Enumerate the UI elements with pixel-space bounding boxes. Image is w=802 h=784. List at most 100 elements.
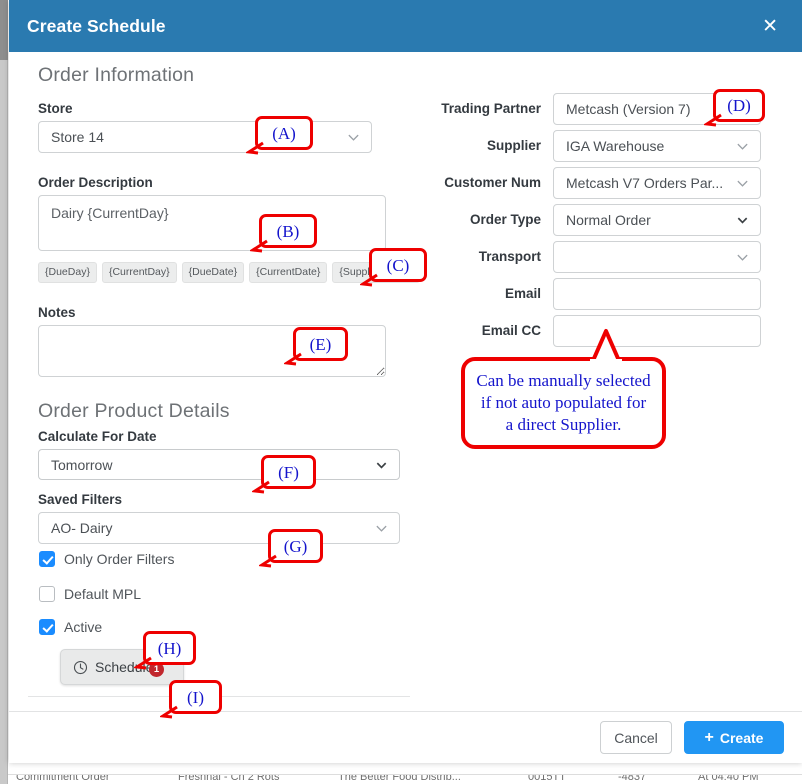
- create-button[interactable]: + Create: [684, 721, 784, 754]
- default-mpl-checkbox[interactable]: [39, 586, 55, 602]
- bg-cell: -4837: [618, 774, 647, 783]
- notes-label: Notes: [38, 305, 76, 320]
- annotation-tail: [284, 352, 302, 366]
- cancel-button[interactable]: Cancel: [600, 721, 672, 754]
- annotation-f: (F): [252, 455, 316, 494]
- annotation-tail: [250, 239, 268, 253]
- annotation-tail: [246, 141, 264, 155]
- plus-icon: +: [704, 728, 714, 746]
- annotation-b: (B): [250, 214, 317, 253]
- order-description-label: Order Description: [38, 175, 153, 190]
- order-type-select[interactable]: Normal Order: [553, 203, 761, 236]
- page-scrollbar-thumb[interactable]: [0, 0, 8, 60]
- clock-icon: [73, 660, 88, 675]
- chevron-down-icon: [736, 176, 749, 189]
- customer-num-label: Customer Num: [444, 175, 541, 190]
- annotation-tail: [160, 705, 178, 719]
- annotation-h-label: (H): [157, 638, 182, 658]
- chevron-down-icon: [736, 213, 749, 226]
- annotation-callout-text: Can be manually selected if not auto pop…: [476, 371, 651, 434]
- bg-cell: 0015TT: [528, 774, 566, 783]
- modal-body: Order Information Store Store 14 Order D…: [9, 52, 802, 711]
- chevron-down-icon: [736, 139, 749, 152]
- annotation-g-label: (G): [283, 536, 308, 556]
- field-row-transport: Transport: [433, 238, 773, 275]
- annotation-d-label: (D): [727, 96, 751, 115]
- modal-footer: Cancel + Create: [9, 711, 802, 763]
- trading-details-column: Trading Partner Metcash (Version 7) Supp…: [433, 90, 773, 349]
- annotation-d: (D): [704, 89, 765, 127]
- annotation-callout-email-cc: Can be manually selected if not auto pop…: [461, 329, 666, 450]
- close-icon[interactable]: ✕: [754, 13, 786, 40]
- background-table-row-text: Commitment Order Freshnal - Cn 2 Rots The …: [8, 774, 802, 784]
- email-field[interactable]: [553, 277, 761, 310]
- supplier-value: IGA Warehouse: [566, 137, 665, 154]
- store-value: Store 14: [51, 129, 104, 145]
- order-product-details-heading: Order Product Details: [38, 400, 230, 422]
- annotation-a-label: (A): [272, 123, 296, 143]
- transport-label: Transport: [478, 249, 541, 264]
- page-scrollbar[interactable]: [0, 0, 8, 784]
- customer-num-value: Metcash V7 Orders Par...: [566, 174, 724, 191]
- field-row-customer-num: Customer Num Metcash V7 Orders Par...: [433, 164, 773, 201]
- transport-select[interactable]: [553, 240, 761, 273]
- annotation-tail: [704, 113, 722, 127]
- annotation-c-label: (C): [386, 255, 410, 275]
- annotation-e: (E): [284, 327, 348, 366]
- order-description-input[interactable]: [38, 195, 386, 251]
- order-information-heading: Order Information: [38, 64, 195, 86]
- calculate-for-date-value: Tomorrow: [51, 456, 113, 473]
- annotation-tail: [259, 554, 277, 568]
- bg-cell: Freshnal - Cn 2 Rots: [178, 774, 280, 783]
- chevron-down-icon: [375, 522, 388, 535]
- modal-header: Create Schedule ✕: [9, 0, 802, 52]
- trading-partner-value: Metcash (Version 7): [566, 100, 691, 117]
- annotation-b-label: (B): [276, 221, 300, 241]
- saved-filters-label: Saved Filters: [38, 492, 123, 507]
- checkbox-row-active[interactable]: Active: [39, 619, 428, 635]
- token-currentday[interactable]: {CurrentDay}: [101, 262, 177, 283]
- token-duedate[interactable]: {DueDate}: [181, 262, 245, 283]
- token-currentdate[interactable]: {CurrentDate}: [249, 262, 328, 283]
- store-select[interactable]: Store 14: [38, 121, 372, 153]
- active-checkbox[interactable]: [39, 619, 55, 635]
- calculate-for-date-label: Calculate For Date: [38, 429, 157, 444]
- calculate-for-date-select[interactable]: Tomorrow: [38, 449, 400, 480]
- checkbox-row-only-order-filters[interactable]: Only Order Filters: [39, 551, 428, 567]
- only-order-filters-checkbox[interactable]: [39, 551, 55, 567]
- saved-filters-select[interactable]: AO- Dairy: [38, 512, 400, 544]
- default-mpl-label: Default MPL: [64, 586, 142, 602]
- order-information-column: Order Information Store Store 14 Order D…: [28, 52, 428, 685]
- chevron-down-icon: [347, 131, 360, 144]
- annotation-tail: [360, 273, 378, 287]
- saved-filters-value: AO- Dairy: [51, 520, 113, 536]
- bg-cell: At 04:40 PM: [698, 774, 759, 783]
- annotation-e-label: (E): [309, 334, 332, 354]
- create-schedule-modal: Create Schedule ✕ Order Information Stor…: [9, 0, 802, 763]
- bg-cell: The Better Food Distrib...: [338, 774, 461, 783]
- field-row-order-type: Order Type Normal Order: [433, 201, 773, 238]
- customer-num-select[interactable]: Metcash V7 Orders Par...: [553, 166, 761, 199]
- chevron-down-icon: [375, 458, 388, 471]
- bg-cell: Commitment Order: [16, 774, 110, 783]
- annotation-tail: [252, 480, 270, 494]
- create-button-label: Create: [719, 729, 764, 746]
- email-label: Email: [504, 286, 541, 301]
- annotation-tail: [590, 329, 622, 365]
- token-dueday[interactable]: {DueDay}: [38, 262, 97, 283]
- checkbox-row-default-mpl[interactable]: Default MPL: [39, 586, 428, 602]
- annotation-tail: [134, 656, 152, 670]
- email-cc-label: Email CC: [481, 323, 541, 338]
- annotation-i: (I): [160, 680, 222, 719]
- annotation-h: (H): [134, 631, 196, 670]
- annotation-g: (G): [259, 529, 323, 568]
- screenshot-root: Commitment Order Freshnal - Cn 2 Rots The …: [0, 0, 802, 784]
- order-type-value: Normal Order: [566, 211, 651, 228]
- store-label: Store: [38, 101, 73, 116]
- chevron-down-icon: [736, 250, 749, 263]
- page-title: Create Schedule: [27, 15, 166, 36]
- order-type-label: Order Type: [469, 212, 541, 227]
- only-order-filters-label: Only Order Filters: [64, 551, 175, 567]
- supplier-select[interactable]: IGA Warehouse: [553, 129, 761, 162]
- field-row-email: Email: [433, 275, 773, 312]
